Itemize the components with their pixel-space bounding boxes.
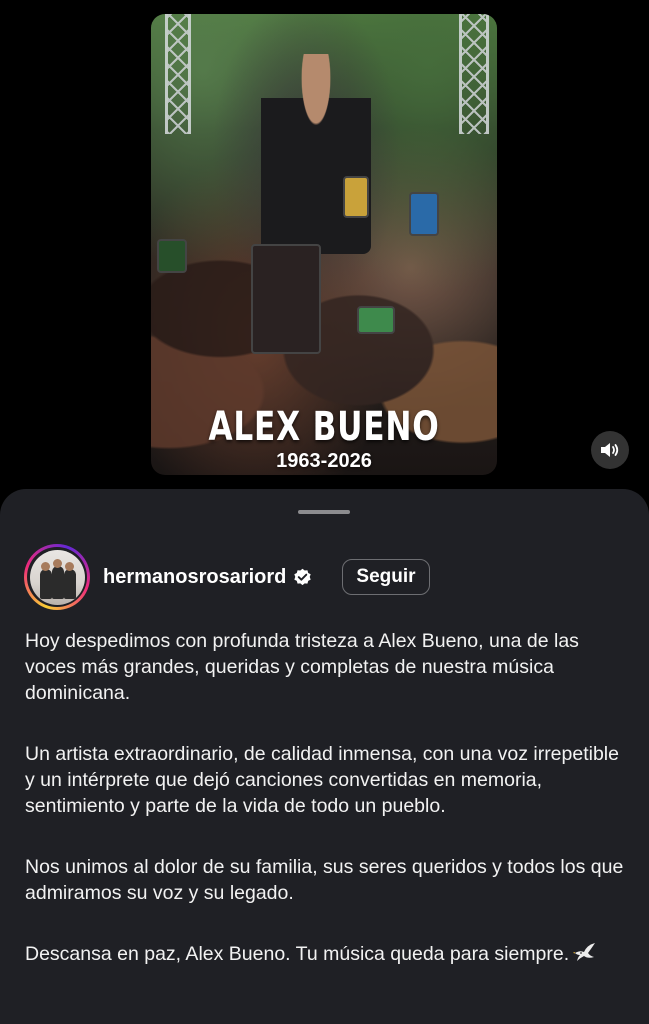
dove-icon [573, 943, 596, 961]
sheet-drag-handle[interactable] [298, 510, 350, 514]
phone-graphic [251, 244, 321, 354]
phone-graphic [409, 192, 439, 236]
post-caption: Hoy despedimos con profunda tristeza a A… [25, 628, 630, 967]
story-ring[interactable] [24, 544, 90, 610]
video-years: 1963-2026 [276, 450, 372, 472]
phone-graphic [157, 239, 187, 273]
comments-sheet: hermanosrosariord Seguir Hoy despedimos … [0, 489, 649, 1024]
video-title: ALEX BUENO [208, 404, 440, 450]
volume-button[interactable] [591, 431, 629, 469]
username[interactable]: hermanosrosariord [103, 566, 286, 589]
phone-graphic [343, 176, 369, 218]
reel-video[interactable]: ALEX BUENO 1963-2026 [151, 14, 497, 475]
avatar[interactable] [29, 549, 85, 605]
reel-screen: ALEX BUENO 1963-2026 hermanosrosariord S… [0, 0, 649, 1024]
caption-paragraph: Nos unimos al dolor de su familia, sus s… [25, 856, 624, 904]
phone-graphic [357, 306, 395, 334]
post-header: hermanosrosariord Seguir [24, 544, 624, 610]
caption-paragraph: Hoy despedimos con profunda tristeza a A… [25, 630, 579, 704]
follow-button[interactable]: Seguir [342, 559, 430, 595]
speaker-icon [601, 443, 619, 457]
caption-paragraph-last: Descansa en paz, Alex Bueno. Tu música q… [25, 941, 630, 967]
caption-paragraph: Un artista extraordinario, de calidad in… [25, 743, 619, 817]
stage-truss [459, 14, 489, 134]
stage-truss [165, 14, 191, 134]
verified-badge-icon [294, 568, 312, 585]
